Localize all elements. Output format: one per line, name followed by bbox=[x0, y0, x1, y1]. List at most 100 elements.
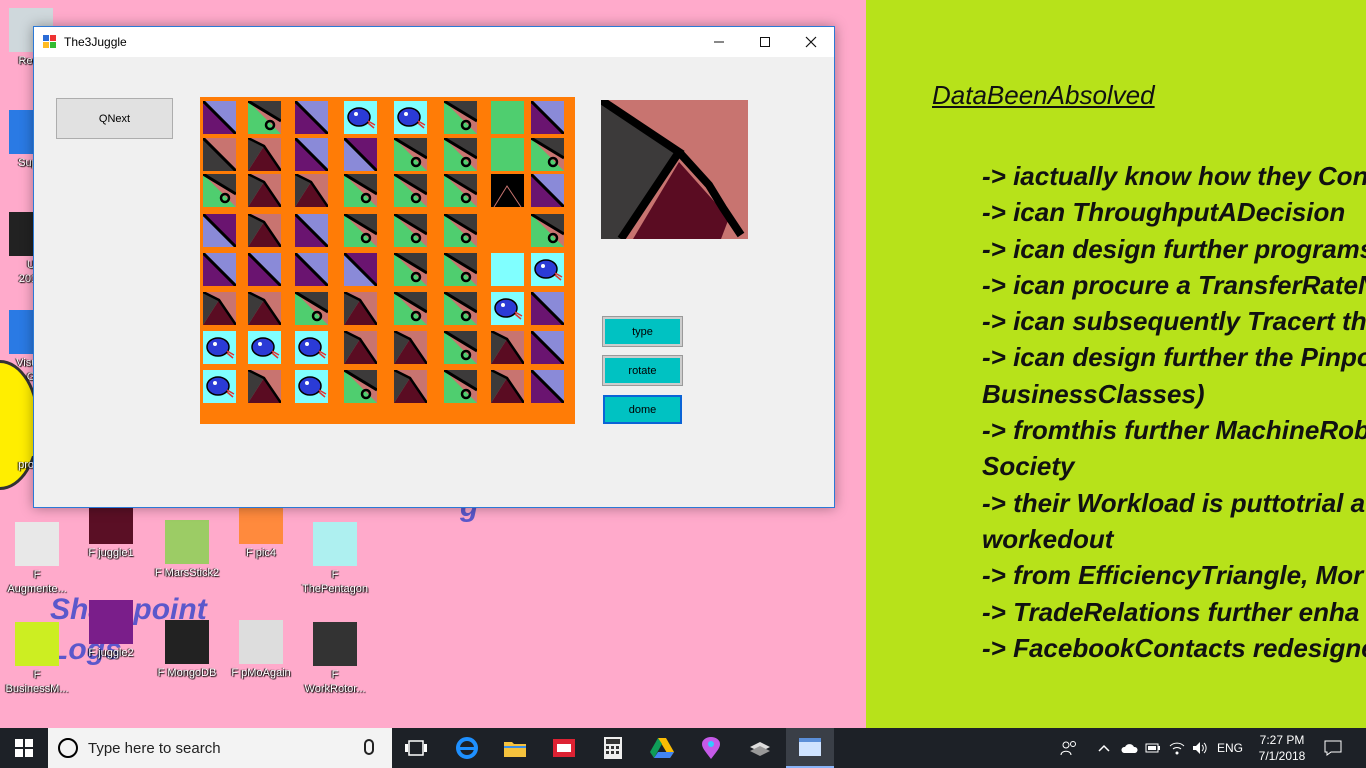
board-tile[interactable] bbox=[248, 138, 281, 171]
board-tile[interactable] bbox=[531, 370, 564, 403]
board-tile[interactable] bbox=[344, 214, 377, 247]
board-tile[interactable] bbox=[444, 138, 477, 171]
show-hidden-icons-button[interactable] bbox=[1094, 728, 1114, 768]
board-tile[interactable] bbox=[203, 292, 236, 325]
board-tile[interactable] bbox=[444, 370, 477, 403]
wifi-button[interactable] bbox=[1166, 728, 1188, 768]
board-tile[interactable] bbox=[203, 138, 236, 171]
board-tile[interactable] bbox=[394, 292, 427, 325]
desktop-icon[interactable]: F MarsStick2 bbox=[148, 520, 226, 580]
board-tile[interactable] bbox=[203, 253, 236, 286]
board-tile[interactable] bbox=[203, 174, 236, 207]
desktop-icon[interactable]: F juggle1 bbox=[72, 500, 150, 560]
qnext-button[interactable]: QNext bbox=[56, 98, 173, 139]
desktop-icon[interactable]: F BusinessM... bbox=[0, 622, 76, 696]
volume-button[interactable] bbox=[1189, 728, 1211, 768]
board-tile[interactable] bbox=[295, 331, 328, 364]
board-tile[interactable] bbox=[248, 292, 281, 325]
board-tile[interactable] bbox=[248, 370, 281, 403]
board-tile[interactable] bbox=[248, 101, 281, 134]
board-tile[interactable] bbox=[344, 101, 377, 134]
language-indicator[interactable]: ENG bbox=[1214, 728, 1246, 768]
board-tile[interactable] bbox=[394, 331, 427, 364]
action-center-button[interactable] bbox=[1318, 728, 1348, 768]
maximize-button[interactable] bbox=[742, 27, 788, 57]
type-button[interactable]: type bbox=[602, 316, 683, 347]
board-tile[interactable] bbox=[531, 138, 564, 171]
battery-button[interactable] bbox=[1142, 728, 1164, 768]
board-tile[interactable] bbox=[444, 214, 477, 247]
edge-button[interactable] bbox=[443, 728, 491, 768]
board-tile[interactable] bbox=[295, 253, 328, 286]
board-tile[interactable] bbox=[203, 331, 236, 364]
board-tile[interactable] bbox=[491, 138, 524, 171]
news-app-button[interactable] bbox=[540, 728, 588, 768]
microphone-icon[interactable] bbox=[364, 739, 374, 755]
board-tile[interactable] bbox=[295, 174, 328, 207]
desktop-icon[interactable]: F pMoAgain bbox=[222, 620, 300, 680]
board-tile[interactable] bbox=[248, 253, 281, 286]
board-tile[interactable] bbox=[248, 214, 281, 247]
board-tile[interactable] bbox=[295, 292, 328, 325]
board-tile[interactable] bbox=[344, 331, 377, 364]
board-tile[interactable] bbox=[344, 292, 377, 325]
dome-button[interactable]: dome bbox=[603, 395, 682, 424]
board-tile[interactable] bbox=[491, 292, 524, 325]
board-tile[interactable] bbox=[203, 214, 236, 247]
board-tile[interactable] bbox=[394, 253, 427, 286]
board-tile[interactable] bbox=[295, 101, 328, 134]
board-tile[interactable] bbox=[444, 253, 477, 286]
task-view-button[interactable] bbox=[392, 728, 440, 768]
board-tile[interactable] bbox=[491, 253, 524, 286]
board-tile[interactable] bbox=[394, 174, 427, 207]
board-tile[interactable] bbox=[531, 214, 564, 247]
board-tile[interactable] bbox=[248, 174, 281, 207]
desktop-icon[interactable]: F ThePentagon bbox=[296, 522, 374, 596]
board-tile[interactable] bbox=[531, 331, 564, 364]
board-tile[interactable] bbox=[444, 101, 477, 134]
board-tile[interactable] bbox=[491, 370, 524, 403]
minimize-button[interactable] bbox=[696, 27, 742, 57]
board-tile[interactable] bbox=[344, 253, 377, 286]
window-titlebar[interactable]: The3Juggle bbox=[34, 27, 834, 57]
calculator-button[interactable] bbox=[589, 728, 637, 768]
desktop-icon[interactable]: F juggle2 bbox=[72, 600, 150, 660]
board-tile[interactable] bbox=[491, 174, 524, 207]
people-button[interactable] bbox=[1058, 728, 1080, 768]
board-tile[interactable] bbox=[394, 214, 427, 247]
taskbar-search-box[interactable]: Type here to search bbox=[48, 728, 392, 768]
board-tile[interactable] bbox=[531, 292, 564, 325]
board-tile[interactable] bbox=[444, 292, 477, 325]
start-button[interactable] bbox=[0, 728, 48, 768]
desktop-icon[interactable]: F WorkRotor... bbox=[296, 622, 374, 696]
maps-app-button[interactable] bbox=[687, 728, 735, 768]
board-tile[interactable] bbox=[491, 101, 524, 134]
board-tile[interactable] bbox=[531, 253, 564, 286]
board-tile[interactable] bbox=[203, 101, 236, 134]
board-tile[interactable] bbox=[394, 101, 427, 134]
board-tile[interactable] bbox=[444, 331, 477, 364]
desktop-icon[interactable]: F pic4 bbox=[222, 500, 300, 560]
board-tile[interactable] bbox=[344, 370, 377, 403]
clock[interactable]: 7:27 PM 7/1/2018 bbox=[1252, 732, 1312, 764]
board-tile[interactable] bbox=[203, 370, 236, 403]
desktop-icon[interactable]: F MongoDB bbox=[148, 620, 226, 680]
close-button[interactable] bbox=[788, 27, 834, 57]
file-explorer-button[interactable] bbox=[491, 728, 539, 768]
onedrive-button[interactable] bbox=[1118, 728, 1140, 768]
google-drive-button[interactable] bbox=[638, 728, 686, 768]
board-tile[interactable] bbox=[394, 370, 427, 403]
board-tile[interactable] bbox=[444, 174, 477, 207]
board-tile[interactable] bbox=[295, 370, 328, 403]
board-tile[interactable] bbox=[295, 214, 328, 247]
desktop-icon[interactable]: F Augmente... bbox=[0, 522, 76, 596]
board-tile[interactable] bbox=[531, 101, 564, 134]
board-tile[interactable] bbox=[248, 331, 281, 364]
board-tile[interactable] bbox=[295, 138, 328, 171]
board-tile[interactable] bbox=[394, 138, 427, 171]
stack-app-button[interactable] bbox=[736, 728, 784, 768]
board-tile[interactable] bbox=[344, 174, 377, 207]
board-tile[interactable] bbox=[344, 138, 377, 171]
board-tile[interactable] bbox=[491, 331, 524, 364]
the3juggle-taskbar-button[interactable] bbox=[786, 728, 834, 768]
